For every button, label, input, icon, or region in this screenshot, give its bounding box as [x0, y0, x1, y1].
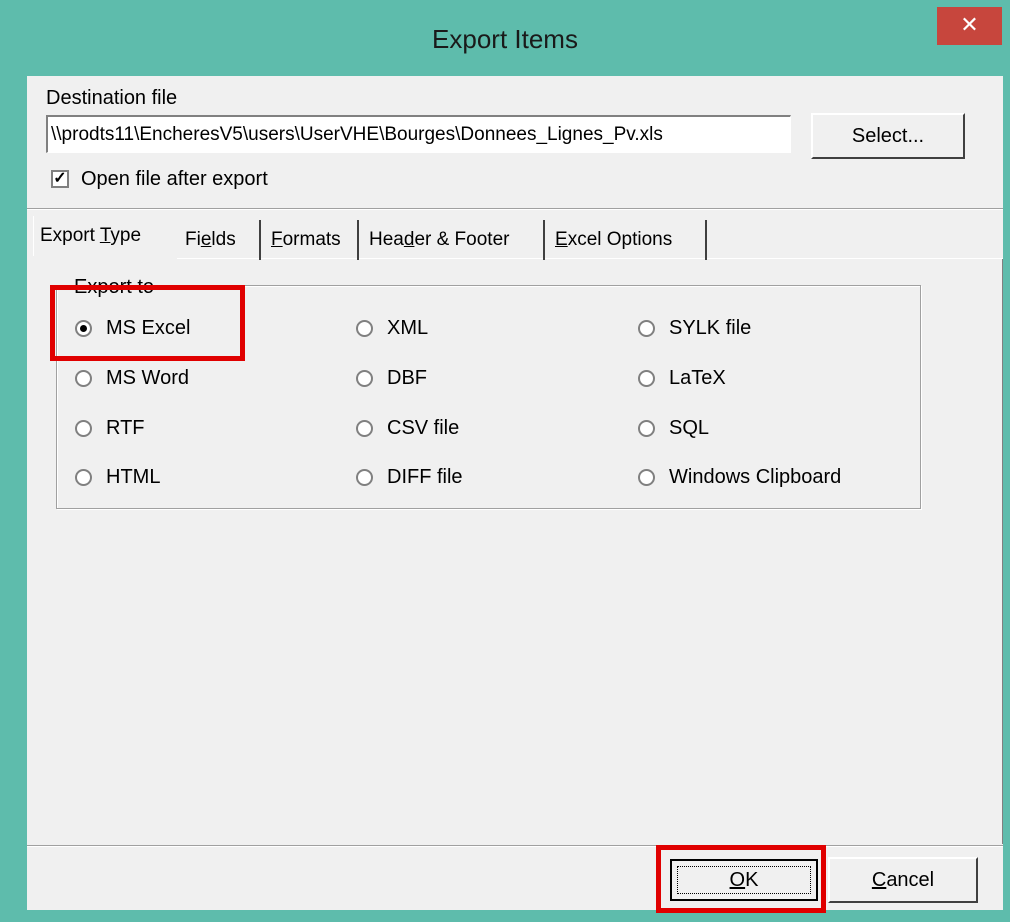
dialog-client-area: Destination file Select... ✓ Open file a… [27, 76, 1003, 910]
tab-label: Hea [369, 229, 404, 250]
radio-icon [638, 419, 655, 437]
tab-label: er & Footer [414, 229, 510, 250]
destination-file-input[interactable] [46, 115, 791, 153]
radio-sylk-file[interactable]: SYLK file [638, 313, 751, 343]
close-button[interactable]: ✕ [937, 7, 1002, 45]
export-to-legend: Export to [70, 271, 159, 297]
radio-label: HTML [106, 465, 161, 488]
select-button[interactable]: Select... [811, 113, 965, 159]
tab-label: Export [40, 225, 100, 246]
radio-label: SQL [669, 416, 710, 439]
tab-export-type[interactable]: Export Type [33, 216, 177, 256]
tab-label: d [403, 229, 415, 250]
tab-label: xcel Options [567, 229, 673, 250]
radio-selected-icon [75, 319, 92, 337]
radio-icon [75, 369, 92, 387]
radio-ms-excel[interactable]: MS Excel [75, 313, 190, 343]
cancel-button[interactable]: Cancel [828, 857, 978, 903]
tab-label: E [555, 229, 568, 250]
tab-fields[interactable]: Fields [179, 220, 261, 260]
radio-icon [75, 419, 92, 437]
radio-icon [356, 369, 373, 387]
radio-icon [638, 468, 655, 486]
radio-label: SYLK file [669, 316, 752, 339]
radio-icon [75, 468, 92, 486]
focus-rect [677, 866, 811, 894]
radio-label: Windows Clipboard [669, 465, 842, 488]
radio-icon [638, 319, 655, 337]
radio-label: XML [387, 316, 429, 339]
radio-sql[interactable]: SQL [638, 413, 709, 443]
tab-excel-options[interactable]: Excel Options [549, 220, 707, 260]
radio-label: DIFF file [387, 465, 463, 488]
radio-label: DBF [387, 366, 427, 389]
radio-label: MS Excel [106, 316, 191, 339]
radio-windows-clipboard[interactable]: Windows Clipboard [638, 462, 841, 492]
radio-icon [638, 369, 655, 387]
radio-dbf[interactable]: DBF [356, 363, 427, 393]
separator [27, 845, 1003, 847]
title-bar[interactable]: Export Items ✕ [0, 0, 1010, 76]
radio-label: MS Word [106, 366, 189, 389]
checkmark-icon: ✓ [53, 170, 67, 187]
radio-rtf[interactable]: RTF [75, 413, 145, 443]
radio-xml[interactable]: XML [356, 313, 428, 343]
tab-header-footer[interactable]: Header & Footer [363, 220, 545, 260]
destination-file-label: Destination file [46, 87, 178, 109]
radio-icon [356, 319, 373, 337]
window-title: Export Items [432, 24, 578, 54]
radio-label: RTF [106, 416, 145, 439]
open-after-export-checkbox[interactable]: ✓ [51, 170, 69, 188]
radio-icon [356, 468, 373, 486]
export-items-dialog: Export Items ✕ Destination file Select..… [0, 0, 1010, 922]
tab-label: ype [110, 225, 142, 246]
tab-label: e [200, 229, 212, 250]
radio-latex[interactable]: LaTeX [638, 363, 726, 393]
tab-formats[interactable]: Formats [265, 220, 359, 260]
radio-label: CSV file [387, 416, 460, 439]
radio-csv-file[interactable]: CSV file [356, 413, 459, 443]
radio-icon [356, 419, 373, 437]
tab-label: lds [211, 229, 236, 250]
radio-html[interactable]: HTML [75, 462, 160, 492]
open-after-export-label[interactable]: Open file after export [81, 168, 268, 191]
tab-label: T [99, 225, 111, 246]
close-icon: ✕ [960, 12, 979, 37]
tab-label: Fi [185, 229, 201, 250]
radio-ms-word[interactable]: MS Word [75, 363, 189, 393]
ok-button[interactable]: OK [670, 859, 818, 901]
tab-label: F [271, 229, 283, 250]
radio-diff-file[interactable]: DIFF file [356, 462, 463, 492]
button-label: C [871, 869, 887, 891]
tab-label: ormats [282, 229, 341, 250]
radio-label: LaTeX [669, 366, 726, 389]
separator [27, 208, 1003, 210]
button-label: ancel [886, 869, 935, 891]
